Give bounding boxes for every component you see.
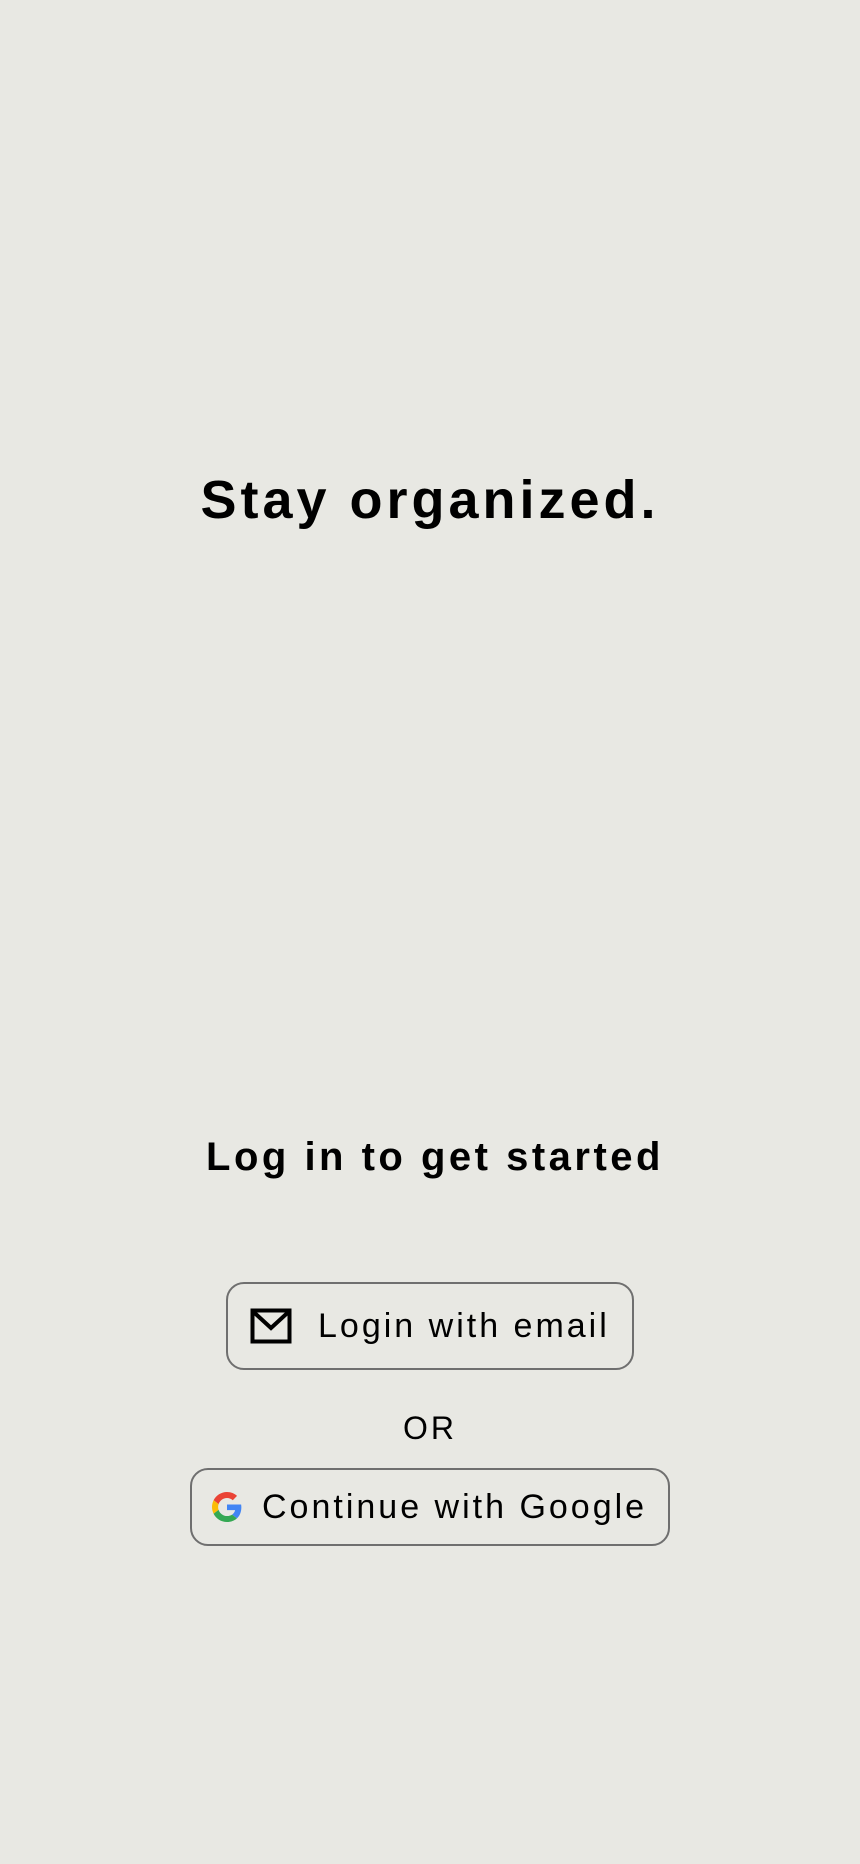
login-with-email-label: Login with email bbox=[318, 1306, 610, 1345]
continue-with-google-label: Continue with Google bbox=[262, 1487, 648, 1526]
mail-icon bbox=[250, 1308, 292, 1344]
google-icon bbox=[212, 1492, 242, 1522]
login-with-email-button[interactable]: Login with email bbox=[226, 1282, 634, 1370]
or-divider: OR bbox=[403, 1410, 457, 1446]
login-heading: Log in to get started bbox=[206, 1135, 664, 1179]
continue-with-google-button[interactable]: Continue with Google bbox=[190, 1468, 670, 1546]
tagline: Stay organized. bbox=[200, 470, 660, 530]
